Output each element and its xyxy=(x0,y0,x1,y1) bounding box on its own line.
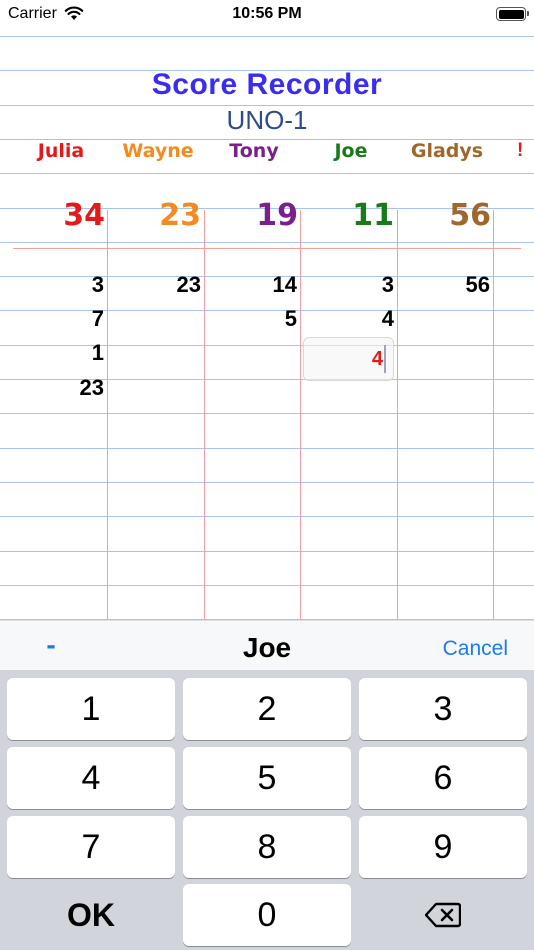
total-tony: 19 xyxy=(256,198,298,233)
key-1[interactable]: 1 xyxy=(7,678,175,740)
key-7[interactable]: 7 xyxy=(7,816,175,878)
battery-icon xyxy=(496,7,529,21)
key-8[interactable]: 8 xyxy=(183,816,351,878)
key-4[interactable]: 4 xyxy=(7,747,175,809)
score-cell[interactable]: 23 xyxy=(111,272,201,298)
score-cell[interactable]: 3 xyxy=(14,272,104,298)
game-name: UNO-1 xyxy=(226,105,308,135)
key-9[interactable]: 9 xyxy=(359,816,527,878)
delete-backward-icon xyxy=(425,902,461,928)
key-5[interactable]: 5 xyxy=(183,747,351,809)
number-keypad: 1 2 3 4 5 6 7 8 9 OK 0 xyxy=(0,670,534,950)
total-gladys: 56 xyxy=(449,198,491,233)
score-cell[interactable]: 5 xyxy=(207,306,297,332)
score-cell[interactable]: 4 xyxy=(304,306,394,332)
player-name-gladys[interactable]: Gladys xyxy=(397,140,497,162)
score-cell[interactable]: 7 xyxy=(14,306,104,332)
score-cell[interactable]: 1 xyxy=(14,340,104,366)
score-entry-field[interactable]: 4 xyxy=(303,337,394,381)
player-name-julia[interactable]: Julia xyxy=(11,140,111,162)
keyboard-accessory-bar: - Joe Cancel xyxy=(0,620,534,670)
player-name-tony[interactable]: Tony xyxy=(204,140,304,162)
score-cell[interactable]: 23 xyxy=(14,375,104,401)
more-players-indicator[interactable]: ! xyxy=(517,140,523,162)
ok-button[interactable]: OK xyxy=(7,884,175,946)
key-3[interactable]: 3 xyxy=(359,678,527,740)
total-julia: 34 xyxy=(63,198,105,233)
score-cell[interactable]: 14 xyxy=(207,272,297,298)
total-wayne: 23 xyxy=(159,198,201,233)
player-name-wayne[interactable]: Wayne xyxy=(108,140,208,162)
total-joe: 11 xyxy=(352,198,394,233)
score-entry-value: 4 xyxy=(371,348,383,370)
status-bar: Carrier 10:56 PM xyxy=(0,0,534,30)
score-sheet: Score Recorder UNO-1 Julia Wayne Tony Jo… xyxy=(0,30,534,620)
clock: 10:56 PM xyxy=(232,5,302,22)
cancel-button[interactable]: Cancel xyxy=(443,637,508,661)
score-cell[interactable]: 56 xyxy=(400,272,490,298)
key-0[interactable]: 0 xyxy=(183,884,351,946)
player-name-joe[interactable]: Joe xyxy=(301,140,401,162)
key-6[interactable]: 6 xyxy=(359,747,527,809)
text-cursor xyxy=(384,345,386,373)
app-title: Score Recorder xyxy=(151,68,383,101)
score-cell[interactable]: 3 xyxy=(304,272,394,298)
backspace-button[interactable] xyxy=(359,884,527,946)
key-2[interactable]: 2 xyxy=(183,678,351,740)
